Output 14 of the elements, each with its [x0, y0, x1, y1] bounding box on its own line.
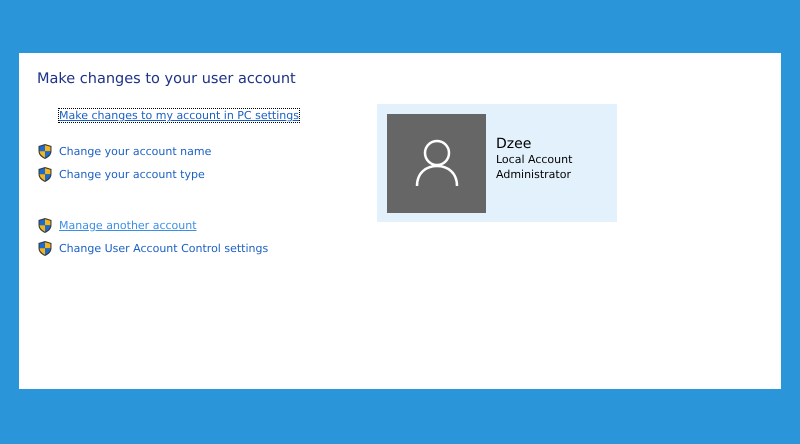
account-name: Dzee: [496, 136, 532, 152]
account-role: Administrator: [496, 167, 572, 182]
shield-icon: [37, 143, 53, 160]
user-icon: [414, 139, 458, 187]
shield-icon: [37, 240, 53, 257]
shield-icon: [37, 166, 53, 183]
settings-link[interactable]: Manage another account: [59, 219, 197, 232]
shield-icon: [37, 217, 53, 234]
account-type: Local Account: [496, 152, 572, 167]
settings-link[interactable]: Change User Account Control settings: [59, 242, 268, 255]
settings-link[interactable]: Change your account type: [59, 168, 205, 181]
page-title: Make changes to your user account: [37, 71, 297, 87]
settings-link[interactable]: Change your account name: [59, 145, 212, 158]
settings-link[interactable]: Make changes to my account in PC settings: [59, 109, 299, 122]
